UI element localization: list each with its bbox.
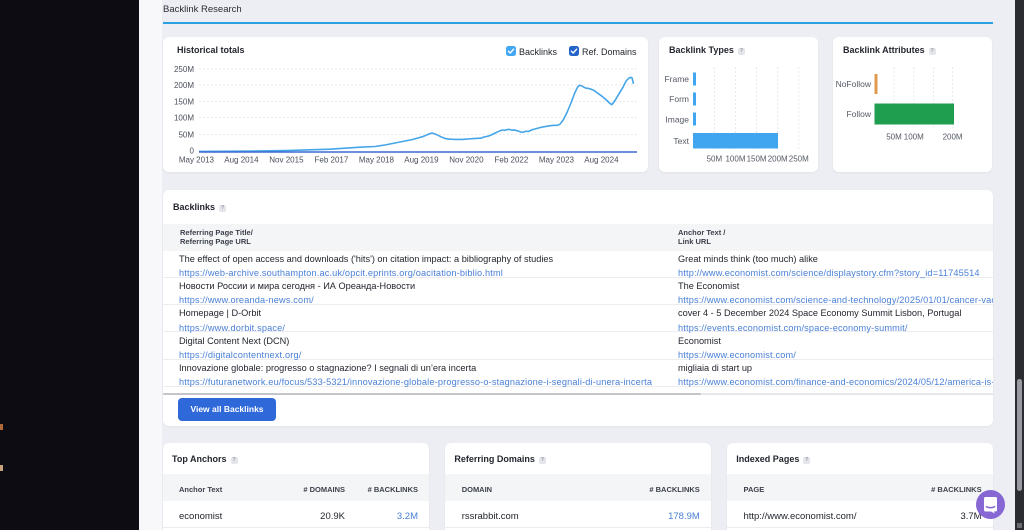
svg-text:100M: 100M [904,133,924,142]
svg-text:250M: 250M [789,155,809,164]
svg-text:150M: 150M [174,98,194,107]
svg-text:Aug 2019: Aug 2019 [404,156,439,165]
svg-text:50M: 50M [178,131,194,140]
svg-text:Aug 2024: Aug 2024 [584,156,619,165]
svg-text:50M: 50M [886,133,902,142]
svg-text:May 2018: May 2018 [359,156,395,165]
svg-text:May 2013: May 2013 [179,156,215,165]
svg-text:Aug 2014: Aug 2014 [224,156,259,165]
svg-text:May 2023: May 2023 [539,156,575,165]
svg-text:0: 0 [190,147,195,156]
svg-text:Text: Text [673,136,689,146]
svg-text:100M: 100M [174,114,194,123]
svg-text:Feb 2022: Feb 2022 [494,156,528,165]
svg-text:200M: 200M [174,81,194,90]
svg-text:200M: 200M [943,133,963,142]
svg-text:Frame: Frame [664,74,689,84]
svg-text:100M: 100M [725,155,745,164]
svg-text:NoFollow: NoFollow [836,79,872,89]
svg-text:250M: 250M [174,65,194,74]
svg-text:Form: Form [669,94,689,104]
svg-text:Follow: Follow [846,109,871,119]
svg-text:Nov 2020: Nov 2020 [449,156,484,165]
svg-text:50M: 50M [707,155,723,164]
svg-text:200M: 200M [768,155,788,164]
svg-text:Feb 2017: Feb 2017 [314,156,348,165]
svg-text:Image: Image [665,115,689,125]
svg-text:Nov 2015: Nov 2015 [269,156,304,165]
svg-text:150M: 150M [747,155,767,164]
